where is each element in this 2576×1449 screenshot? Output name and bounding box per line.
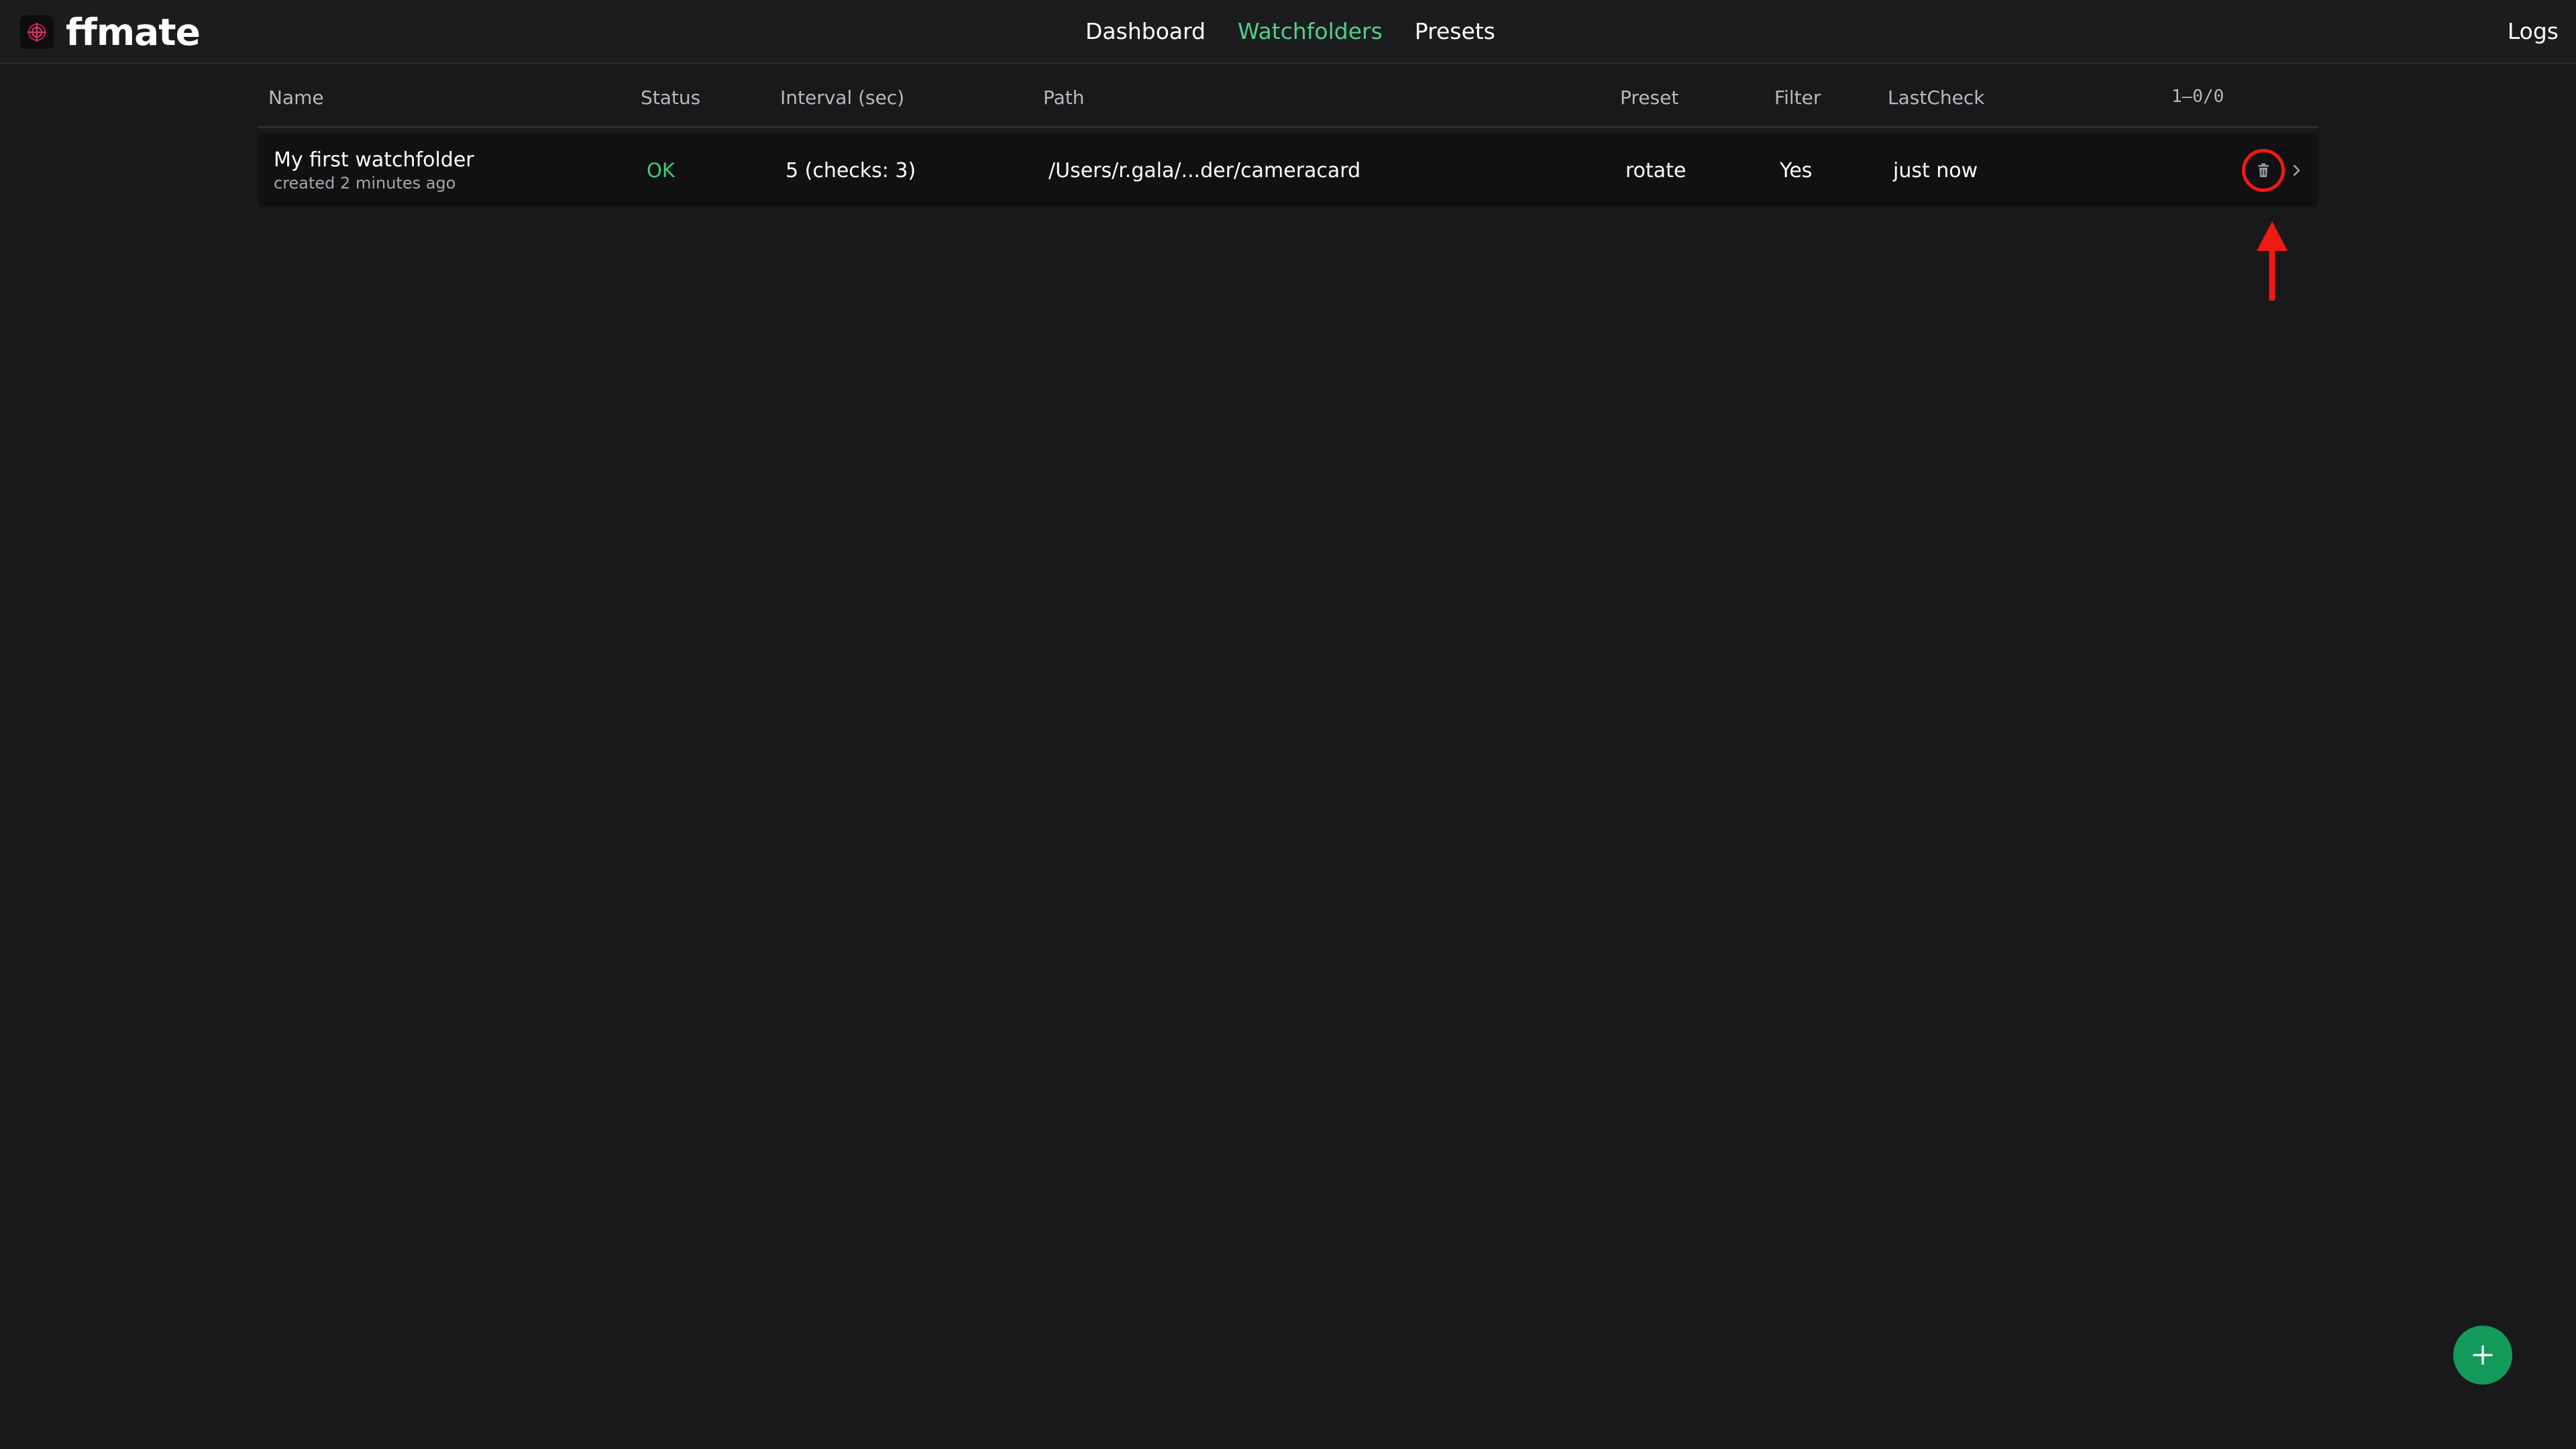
watchfolders-table: Name Status Interval (sec) Path Preset F…: [258, 77, 2318, 207]
lastcheck-value: just now: [1893, 158, 1978, 182]
column-header-status[interactable]: Status: [641, 87, 700, 109]
watchfolder-name-cell: My first watchfolder created 2 minutes a…: [274, 133, 474, 207]
table-header: Name Status Interval (sec) Path Preset F…: [258, 77, 2318, 128]
column-header-preset[interactable]: Preset: [1620, 87, 1678, 109]
column-header-name[interactable]: Name: [268, 87, 324, 109]
top-bar: ffmate Dashboard Watchfolders Presets Lo…: [0, 0, 2576, 64]
pagination-info: 1–0/0: [2171, 87, 2224, 107]
chevron-right-icon: [2293, 164, 2300, 176]
plus-icon: [2473, 1345, 2493, 1365]
add-watchfolder-button[interactable]: [2453, 1326, 2512, 1385]
filter-value: Yes: [1780, 158, 1813, 182]
brand[interactable]: ffmate: [20, 11, 201, 54]
column-header-path[interactable]: Path: [1043, 87, 1085, 109]
annotation-arrow-icon: [2257, 221, 2288, 301]
preset-value: rotate: [1625, 158, 1686, 182]
table-row[interactable]: My first watchfolder created 2 minutes a…: [258, 133, 2318, 207]
trash-icon: [2258, 163, 2269, 177]
column-header-interval[interactable]: Interval (sec): [780, 87, 904, 109]
watchfolder-name: My first watchfolder: [274, 148, 474, 172]
main-nav: Dashboard Watchfolders Presets: [1085, 15, 1527, 48]
delete-button[interactable]: [2242, 149, 2285, 192]
status-badge: OK: [647, 159, 675, 182]
nav-logs[interactable]: Logs: [2508, 15, 2559, 48]
ffmate-logo-icon: [20, 15, 54, 49]
interval-value: 5 (checks: 3): [786, 158, 916, 182]
app-name: ffmate: [66, 11, 201, 54]
watchfolder-created: created 2 minutes ago: [274, 174, 456, 193]
nav-dashboard[interactable]: Dashboard: [1085, 15, 1205, 48]
column-header-lastcheck[interactable]: LastCheck: [1888, 87, 1984, 109]
column-header-filter[interactable]: Filter: [1774, 87, 1821, 109]
nav-watchfolders[interactable]: Watchfolders: [1238, 15, 1383, 48]
nav-presets[interactable]: Presets: [1415, 15, 1495, 48]
path-value: /Users/r.gala/...der/cameracard: [1049, 158, 1361, 182]
open-row-button[interactable]: [2289, 158, 2305, 183]
